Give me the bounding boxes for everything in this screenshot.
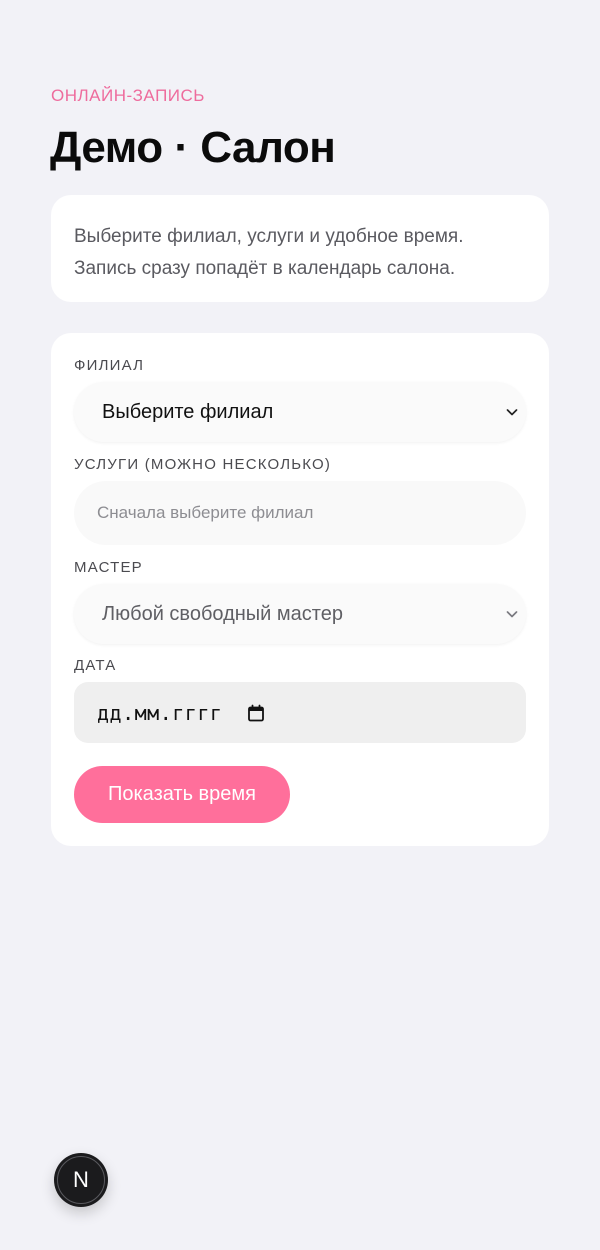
page-title: Демо · Салон <box>50 123 336 172</box>
date-placeholder: дд.мм.гггг <box>97 700 223 725</box>
dev-tools-badge[interactable]: N <box>54 1153 108 1207</box>
intro-text-line-1: Выберите филиал, услуги и удобное время. <box>74 226 464 247</box>
show-time-button[interactable]: Показать время <box>74 766 290 823</box>
master-select[interactable]: Любой свободный мастер <box>74 584 526 644</box>
master-label: МАСТЕР <box>74 559 143 576</box>
intro-card: Выберите филиал, услуги и удобное время.… <box>51 195 549 302</box>
branch-select-value: Выберите филиал <box>102 400 274 423</box>
branch-label: ФИЛИАЛ <box>74 357 145 374</box>
booking-form: ФИЛИАЛ Выберите филиал УСЛУГИ (МОЖНО НЕС… <box>51 333 549 846</box>
services-label: УСЛУГИ (МОЖНО НЕСКОЛЬКО) <box>74 456 332 473</box>
branch-select[interactable]: Выберите филиал <box>74 382 526 442</box>
calendar-icon[interactable] <box>246 703 266 723</box>
intro-text-line-2: Запись сразу попадёт в календарь салона. <box>74 258 456 279</box>
chevron-down-icon <box>506 409 518 416</box>
services-field[interactable]: Сначала выберите филиал <box>74 481 526 545</box>
badge-ring <box>57 1156 105 1204</box>
master-select-value: Любой свободный мастер <box>102 602 343 625</box>
date-input[interactable]: дд.мм.гггг <box>74 682 526 743</box>
page-eyebrow: ОНЛАЙН-ЗАПИСЬ <box>51 86 205 105</box>
chevron-down-icon <box>506 611 518 618</box>
date-label: ДАТА <box>74 657 117 674</box>
services-placeholder: Сначала выберите филиал <box>97 503 314 522</box>
